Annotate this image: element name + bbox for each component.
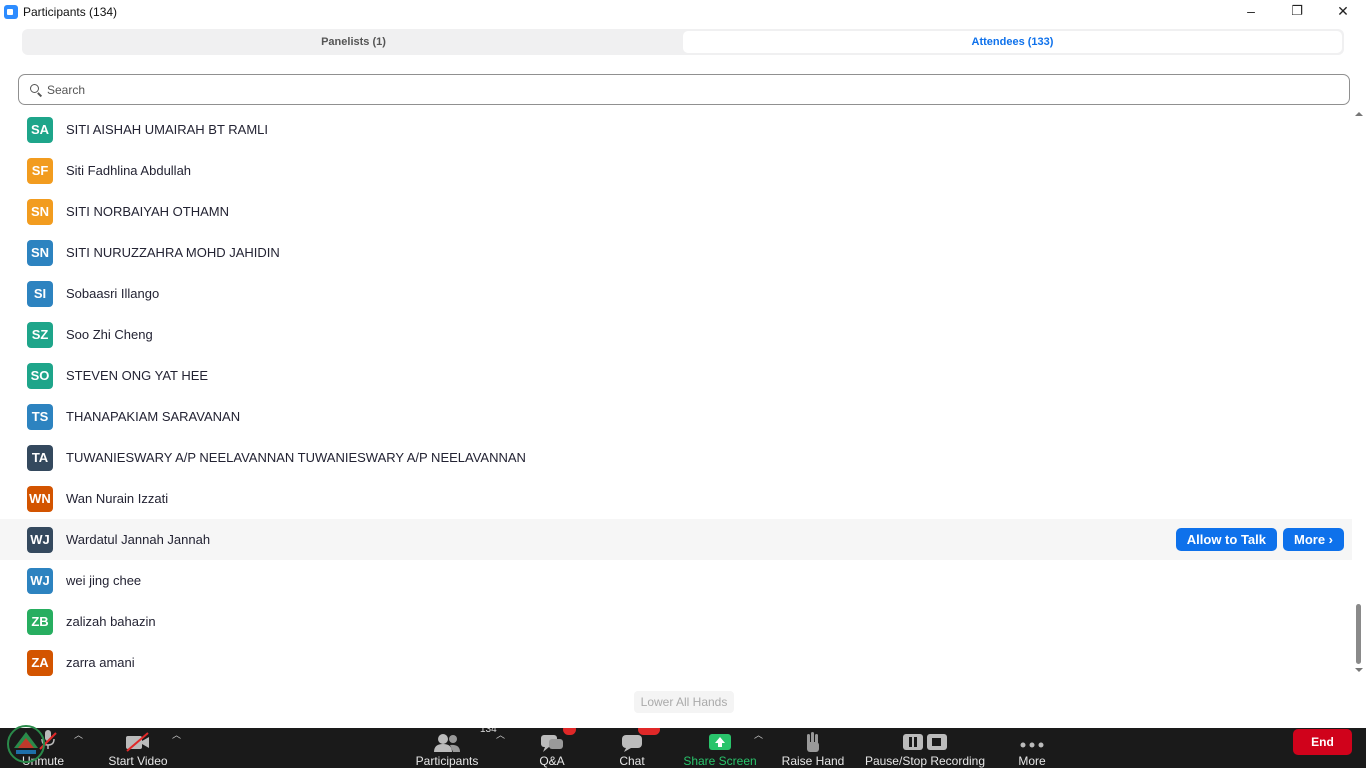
participant-row[interactable]: SF Siti Fadhlina Abdullah <box>0 150 1352 191</box>
avatar: TA <box>27 444 53 471</box>
video-options-caret[interactable]: ︿ <box>172 728 181 741</box>
qa-icon <box>539 728 577 752</box>
share-screen-icon <box>707 728 733 752</box>
window-controls: – ❐ ✕ <box>1228 0 1366 22</box>
participant-row[interactable]: WJ Wardatul Jannah Jannah Allow to Talk Mor… <box>0 519 1352 560</box>
participants-button[interactable]: 134 Participants <box>414 728 497 768</box>
participants-count: 134 <box>480 728 497 735</box>
avatar: SA <box>27 116 53 143</box>
participant-row[interactable]: TA TUWANIESWARY A/P NEELAVANNAN TUWANIESW… <box>0 437 1352 478</box>
list-scrollbar[interactable] <box>1354 112 1363 672</box>
participant-name: STEVEN ONG YAT HEE <box>66 368 209 383</box>
allow-to-talk-button[interactable]: Allow to Talk <box>1175 528 1277 551</box>
zoom-app-icon <box>4 5 18 19</box>
share-options-caret[interactable]: ︿ <box>754 728 763 741</box>
audio-options-caret[interactable]: ︿ <box>74 728 83 741</box>
search-box[interactable] <box>18 74 1350 105</box>
avatar: WJ <box>27 567 53 594</box>
participant-name: SITI AISHAH UMAIRAH BT RAMLI <box>66 122 269 137</box>
avatar: TS <box>27 403 53 430</box>
share-screen-button[interactable]: Share Screen <box>683 728 757 768</box>
qa-badge <box>563 728 577 735</box>
participant-row[interactable]: SZ Soo Zhi Cheng <box>0 314 1352 355</box>
search-icon <box>30 83 43 97</box>
avatar: SZ <box>27 321 53 348</box>
participant-row[interactable]: SN SITI NORBAIYAH OTHAMN <box>0 191 1352 232</box>
participant-name: Wardatul Jannah Jannah <box>66 532 211 547</box>
participant-name: zalizah bahazin <box>66 614 156 629</box>
more-button[interactable]: More <box>1014 728 1050 768</box>
participant-name: Sobaasri Illango <box>66 286 160 301</box>
avatar: ZB <box>27 608 53 635</box>
participant-row[interactable]: WJ wei jing chee <box>0 560 1352 601</box>
minimize-button[interactable]: – <box>1228 0 1274 22</box>
participants-options-caret[interactable]: ︿ <box>496 728 505 741</box>
participant-name: SITI NURUZZAHRA MOHD JAHIDIN <box>66 245 280 260</box>
start-video-button[interactable]: Start Video <box>106 728 170 768</box>
participant-name: Siti Fadhlina Abdullah <box>66 163 192 178</box>
end-meeting-button[interactable]: End <box>1293 729 1352 755</box>
chat-button[interactable]: Chat <box>614 728 660 768</box>
scroll-up-arrow[interactable] <box>1355 112 1363 116</box>
participant-row[interactable]: WN Wan Nurain Izzati <box>0 478 1352 519</box>
participant-row[interactable]: TS THANAPAKIAM SARAVANAN <box>0 396 1352 437</box>
participant-row[interactable]: SA SITI AISHAH UMAIRAH BT RAMLI <box>0 109 1352 150</box>
title-bar: Participants (134) – ❐ ✕ <box>0 0 1366 24</box>
avatar: SF <box>27 157 53 184</box>
scrollbar-thumb[interactable] <box>1356 604 1361 664</box>
row-actions: Allow to Talk More › <box>1175 528 1344 551</box>
participant-row[interactable]: SO STEVEN ONG YAT HEE <box>0 355 1352 396</box>
more-options-button[interactable]: More › <box>1283 528 1344 551</box>
participant-name: Wan Nurain Izzati <box>66 491 169 506</box>
participant-name: zarra amani <box>66 655 135 670</box>
hand-icon <box>802 728 824 752</box>
restore-button[interactable]: ❐ <box>1274 0 1320 22</box>
meeting-toolbar: Unmute ︿ Start Video ︿ 134 Participants … <box>0 728 1366 768</box>
participant-name: Soo Zhi Cheng <box>66 327 153 342</box>
recording-button[interactable]: Pause/Stop Recording <box>864 728 986 768</box>
avatar: WJ <box>27 526 53 553</box>
video-camera-icon <box>124 728 152 752</box>
close-button[interactable]: ✕ <box>1320 0 1366 22</box>
participant-tabs: Panelists (1) Attendees (133) <box>22 29 1344 55</box>
participant-row[interactable]: SN SITI NURUZZAHRA MOHD JAHIDIN <box>0 232 1352 273</box>
raise-hand-button[interactable]: Raise Hand <box>782 728 844 768</box>
participant-row[interactable]: ZB zalizah bahazin <box>0 601 1352 642</box>
avatar: SN <box>27 198 53 225</box>
participant-row[interactable]: ZA zarra amani <box>0 642 1352 683</box>
organization-logo <box>7 725 45 763</box>
search-input[interactable] <box>47 82 1327 97</box>
participant-name: TUWANIESWARY A/P NEELAVANNAN TUWANIESWAR… <box>66 450 526 465</box>
avatar: SI <box>27 280 53 307</box>
more-dots-icon <box>1019 728 1045 752</box>
participant-name: wei jing chee <box>66 573 142 588</box>
participants-icon: 134 <box>432 728 497 752</box>
avatar: SN <box>27 239 53 266</box>
tab-panelists[interactable]: Panelists (1) <box>24 31 683 53</box>
lower-all-hands-button[interactable]: Lower All Hands <box>634 691 734 713</box>
avatar: SO <box>27 362 53 389</box>
avatar: ZA <box>27 649 53 676</box>
window-title: Participants (134) <box>23 5 118 19</box>
tab-attendees[interactable]: Attendees (133) <box>683 31 1342 53</box>
chat-badge <box>638 728 660 735</box>
participant-row[interactable]: SI Sobaasri Illango <box>0 273 1352 314</box>
pause-stop-icon <box>901 728 949 752</box>
participant-name: THANAPAKIAM SARAVANAN <box>66 409 241 424</box>
chat-icon <box>620 728 660 752</box>
participant-name: SITI NORBAIYAH OTHAMN <box>66 204 229 219</box>
participant-list: SA SITI AISHAH UMAIRAH BT RAMLI SF Siti Fad… <box>0 109 1352 683</box>
qa-button[interactable]: Q&A <box>534 728 577 768</box>
scroll-down-arrow[interactable] <box>1355 668 1363 672</box>
avatar: WN <box>27 485 53 512</box>
